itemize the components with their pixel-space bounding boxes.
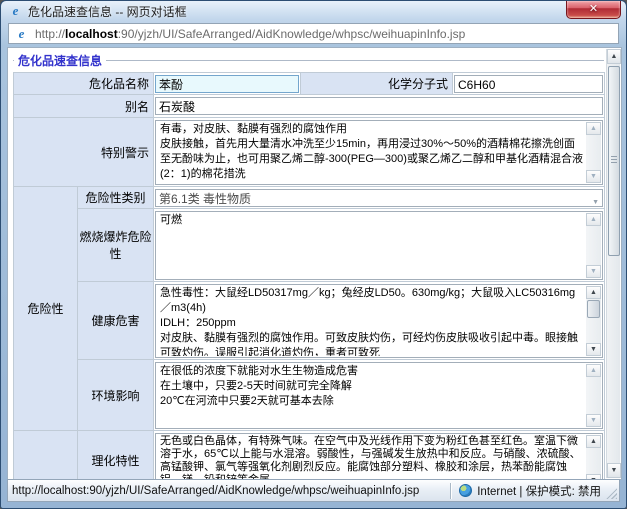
table-row: 环境影响 在很低的浓度下就能对水生生物造成危害 在土壤中，只要2-5天时间就可完… — [14, 360, 605, 431]
fire-explosion-textarea[interactable]: 可燃 ▲ ▼ — [155, 211, 603, 280]
fire-explosion-text: 可燃 — [160, 213, 584, 278]
hazard-class-label: 危险性类别 — [86, 191, 146, 205]
scroll-down-icon[interactable]: ▼ — [586, 343, 601, 356]
scrollbar-thumb[interactable] — [587, 300, 600, 318]
special-warning-scrollbar[interactable]: ▲ ▼ — [586, 122, 601, 183]
resize-grip[interactable] — [605, 487, 617, 499]
environment-text: 在很低的浓度下就能对水生生物造成危害 在土壤中，只要2-5天时间就可完全降解 2… — [160, 364, 584, 427]
formula-input[interactable]: C6H60 — [454, 75, 603, 93]
section-legend: 危化品速查信息 — [14, 52, 106, 69]
table-row: 理化特性 无色或白色晶体，有特殊气味。在空气中及光线作用下变为粉红色甚至红色。室… — [14, 431, 605, 480]
internet-zone-icon — [459, 484, 472, 497]
table-row: 危化品名称 苯酚 化学分子式 C6H60 — [14, 73, 605, 95]
table-row: 特别警示 有毒，对皮肤、黏膜有强烈的腐蚀作用 皮肤接触，首先用大量清水冲洗至少1… — [14, 118, 605, 187]
scroll-up-icon[interactable]: ▲ — [586, 286, 601, 299]
scrollbar-thumb[interactable] — [608, 66, 620, 256]
status-bar: http://localhost:90/yjzh/UI/SafeArranged… — [7, 479, 620, 502]
alias-input[interactable]: 石炭酸 — [155, 97, 603, 115]
table-row: 燃烧爆炸危险性 可燃 ▲ ▼ — [14, 209, 605, 282]
title-bar[interactable]: e 危化品速查信息 -- 网页对话框 — [1, 1, 626, 21]
alias-label: 别名 — [125, 100, 149, 114]
chemical-name-input[interactable]: 苯酚 — [155, 75, 299, 93]
fire-explosion-scrollbar[interactable]: ▲ ▼ — [586, 213, 601, 278]
scroll-up-icon[interactable]: ▲ — [586, 122, 601, 135]
formula-label: 化学分子式 — [388, 77, 448, 91]
scroll-up-icon[interactable]: ▲ — [586, 435, 601, 448]
scroll-up-icon[interactable]: ▲ — [586, 364, 601, 377]
hazard-class-select[interactable]: 第6.1类 毒性物质 ▼ — [155, 189, 603, 207]
name-label: 危化品名称 — [89, 77, 149, 91]
page-scrollbar[interactable]: ▲ ▼ — [606, 49, 620, 478]
health-hazard-text: 急性毒性：大鼠经LD50317mg／kg；兔经皮LD50。630mg/kg；大鼠… — [160, 286, 584, 356]
environment-label: 环境影响 — [92, 389, 140, 403]
table-row: 危险性 危险性类别 第6.1类 毒性物质 ▼ — [14, 187, 605, 209]
info-group: 危化品速查信息 — [13, 52, 604, 69]
status-url: http://localhost:90/yjzh/UI/SafeArranged… — [12, 485, 442, 497]
status-zone-text: Internet | 保护模式: 禁用 — [477, 483, 601, 499]
special-warning-textarea[interactable]: 有毒，对皮肤、黏膜有强烈的腐蚀作用 皮肤接触，首先用大量清水冲洗至少15min，… — [155, 120, 603, 185]
hazard-class-value: 第6.1类 毒性物质 — [159, 192, 251, 206]
page-body: 危化品速查信息 危化品名称 苯酚 化学分子式 C6H60 别名 石炭酸 — [8, 48, 606, 479]
chemical-info-table: 危化品名称 苯酚 化学分子式 C6H60 别名 石炭酸 特别警示 有毒，对皮肤、… — [13, 72, 605, 479]
hazard-group-label: 危险性 — [27, 302, 63, 316]
scroll-up-icon[interactable]: ▲ — [607, 49, 621, 64]
dialog-content: 危化品速查信息 危化品名称 苯酚 化学分子式 C6H60 别名 石炭酸 — [7, 47, 622, 480]
url-path: :90/yjzh/UI/SafeArranged/AidKnowledge/wh… — [118, 27, 466, 41]
ie-app-icon: e — [8, 4, 23, 18]
environment-textarea[interactable]: 在很低的浓度下就能对水生生物造成危害 在土壤中，只要2-5天时间就可完全降解 2… — [155, 362, 603, 429]
environment-scrollbar[interactable]: ▲ ▼ — [586, 364, 601, 427]
table-row: 别名 石炭酸 — [14, 95, 605, 118]
table-row: 健康危害 急性毒性：大鼠经LD50317mg／kg；兔经皮LD50。630mg/… — [14, 282, 605, 360]
close-button[interactable]: ✕ — [566, 1, 621, 19]
address-bar: e http://localhost:90/yjzh/UI/SafeArrang… — [8, 23, 619, 44]
scroll-down-icon[interactable]: ▼ — [607, 463, 621, 478]
health-hazard-textarea[interactable]: 急性毒性：大鼠经LD50317mg／kg；兔经皮LD50。630mg/kg；大鼠… — [155, 284, 603, 358]
special-warning-text: 有毒，对皮肤、黏膜有强烈的腐蚀作用 皮肤接触，首先用大量清水冲洗至少15min，… — [160, 122, 584, 183]
scroll-down-icon[interactable]: ▼ — [586, 414, 601, 427]
window-title: 危化品速查信息 -- 网页对话框 — [28, 3, 187, 20]
ie-page-icon: e — [14, 27, 29, 41]
physchem-scrollbar[interactable]: ▲ ▼ — [586, 435, 601, 480]
status-separator — [450, 483, 451, 499]
fire-explosion-label: 燃烧爆炸危险性 — [80, 230, 152, 261]
thumb-grip-icon — [611, 156, 617, 164]
dropdown-arrow-icon[interactable]: ▼ — [592, 195, 599, 209]
physchem-text: 无色或白色晶体，有特殊气味。在空气中及光线作用下变为粉红色甚至红色。室温下微溶于… — [160, 435, 584, 480]
scroll-down-icon[interactable]: ▼ — [586, 170, 601, 183]
dialog-window: e 危化品速查信息 -- 网页对话框 ✕ e http://localhost:… — [0, 0, 627, 509]
url-protocol: http:// — [35, 27, 65, 41]
scroll-down-icon[interactable]: ▼ — [586, 265, 601, 278]
scroll-up-icon[interactable]: ▲ — [586, 213, 601, 226]
url-host: localhost — [65, 27, 118, 41]
physchem-label: 理化特性 — [92, 454, 140, 468]
health-hazard-label: 健康危害 — [92, 314, 140, 328]
physchem-textarea[interactable]: 无色或白色晶体，有特殊气味。在空气中及光线作用下变为粉红色甚至红色。室温下微溶于… — [155, 433, 603, 480]
health-hazard-scrollbar[interactable]: ▲ ▼ — [586, 286, 601, 356]
special-warning-label: 特别警示 — [101, 146, 149, 160]
